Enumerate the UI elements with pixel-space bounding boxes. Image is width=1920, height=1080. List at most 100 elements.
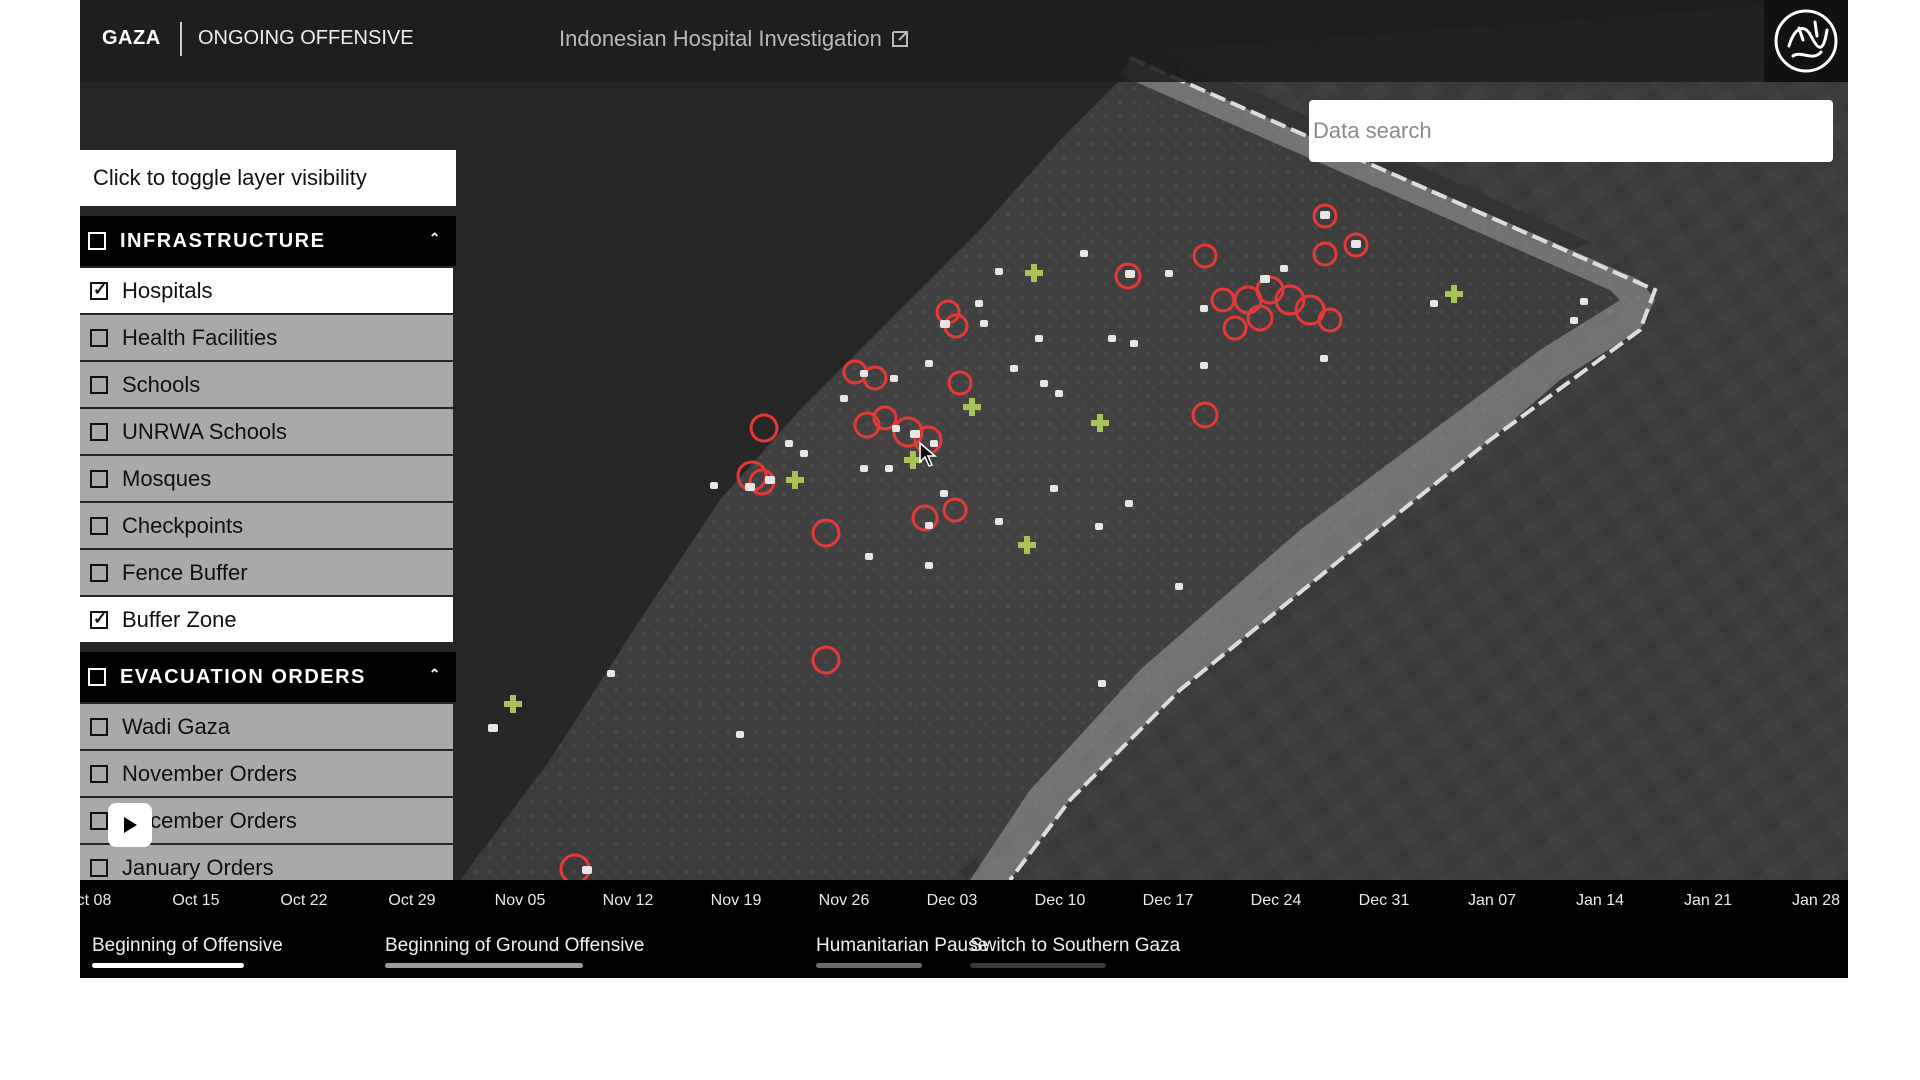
checkbox-icon[interactable] (90, 764, 108, 783)
camera-icon (1130, 340, 1138, 347)
camera-icon (925, 522, 933, 529)
camera-icon (940, 490, 948, 497)
layer-wadi-gaza[interactable]: Wadi Gaza (80, 704, 453, 749)
timeline-event[interactable]: Beginning of Offensive (92, 935, 283, 957)
group-title: INFRASTRUCTURE (120, 229, 326, 252)
camera-icon (1580, 298, 1588, 305)
layer-label: November Orders (122, 760, 297, 786)
layer-mosques[interactable]: Mosques (80, 456, 453, 501)
investigation-link[interactable]: Indonesian Hospital Investigation (559, 26, 910, 52)
camera-icon (1108, 335, 1116, 342)
camera-icon (995, 518, 1003, 525)
top-bar: GAZA ONGOING OFFENSIVE Indonesian Hospit… (80, 0, 1848, 82)
timeline-event[interactable]: Humanitarian Pause (816, 935, 988, 957)
camera-icon (1055, 390, 1063, 397)
chevron-up-icon[interactable]: ⌃ (429, 230, 442, 247)
timeline-event-bar[interactable] (816, 963, 922, 968)
timeline-tick: Oct 22 (280, 892, 328, 909)
chevron-up-icon[interactable]: ⌃ (429, 666, 442, 683)
checkbox-icon[interactable] (88, 232, 106, 250)
status-subtitle[interactable]: ONGOING OFFENSIVE (198, 27, 414, 50)
checkbox-icon[interactable] (90, 811, 108, 830)
timeline-tick: Jan 21 (1683, 892, 1733, 909)
layer-hospitals[interactable]: Hospitals (80, 268, 453, 313)
camera-icon (745, 483, 755, 491)
camera-icon (925, 562, 933, 569)
checkbox-icon[interactable] (90, 717, 108, 736)
layer-panel-hint: Click to toggle layer visibility (80, 150, 456, 206)
timeline-event[interactable]: Switch to Southern Gaza (970, 935, 1180, 957)
calligraphy-logo-icon[interactable] (1764, 0, 1848, 82)
timeline-event-bar[interactable] (970, 963, 1106, 968)
checkbox-icon[interactable] (90, 563, 108, 582)
timeline-tick: Dec 17 (1142, 892, 1194, 909)
camera-icon (1280, 265, 1288, 272)
checkbox-icon[interactable] (90, 422, 108, 441)
layer-panel: Click to toggle layer visibility INFRAST… (80, 150, 456, 890)
checkbox-icon[interactable] (88, 668, 106, 686)
camera-icon (607, 670, 615, 677)
checkbox-icon[interactable] (90, 280, 108, 300)
camera-icon (1320, 211, 1330, 219)
layer-health-facilities[interactable]: Health Facilities (80, 315, 453, 360)
group-infrastructure[interactable]: INFRASTRUCTURE ⌃ (80, 216, 456, 266)
camera-icon (995, 268, 1003, 275)
timeline-event-bar[interactable] (385, 963, 583, 968)
camera-icon (582, 866, 592, 874)
layer-label: Buffer Zone (122, 606, 237, 632)
camera-icon (1080, 250, 1088, 257)
timeline-tick: Nov 12 (602, 892, 654, 909)
checkbox-icon[interactable] (90, 328, 108, 347)
camera-icon (1035, 335, 1043, 342)
layer-buffer-zone[interactable]: Buffer Zone (80, 597, 453, 642)
layer-label: Checkpoints (122, 512, 244, 538)
camera-icon (840, 395, 848, 402)
camera-icon (1430, 300, 1438, 307)
camera-icon (800, 450, 808, 457)
layer-unrwa-schools[interactable]: UNRWA Schools (80, 409, 453, 454)
search-input[interactable] (1309, 100, 1833, 162)
header-divider (180, 22, 182, 56)
camera-icon (1125, 500, 1133, 507)
camera-icon (865, 553, 873, 560)
camera-icon (1050, 485, 1058, 492)
camera-icon (910, 430, 920, 438)
layer-label: Mosques (122, 465, 212, 491)
camera-icon (1175, 583, 1183, 590)
timeline-event-bar[interactable] (92, 963, 244, 968)
camera-icon (860, 465, 868, 472)
app-window: GAZA ONGOING OFFENSIVE Indonesian Hospit… (80, 0, 1848, 978)
camera-icon (980, 320, 988, 327)
region-title[interactable]: GAZA (102, 27, 161, 50)
layer-label: Hospitals (122, 277, 213, 303)
timeline-tick: Dec 24 (1250, 892, 1302, 909)
layer-november-orders[interactable]: November Orders (80, 751, 453, 796)
timeline-tick: Nov 19 (710, 892, 762, 909)
layer-label: UNRWA Schools (122, 418, 288, 444)
layer-fence-buffer[interactable]: Fence Buffer (80, 550, 453, 595)
timeline-tick: Jan 07 (1467, 892, 1517, 909)
camera-icon (940, 320, 950, 328)
checkbox-icon[interactable] (90, 375, 108, 394)
group-title: EVACUATION ORDERS (120, 665, 366, 688)
timeline-tick: Nov 26 (818, 892, 870, 909)
layer-checkpoints[interactable]: Checkpoints (80, 503, 453, 548)
timeline[interactable]: ct 08 Oct 15 Oct 22 Oct 29 Nov 05 Nov 12… (80, 880, 1848, 978)
checkbox-icon[interactable] (90, 609, 108, 629)
timeline-event[interactable]: Beginning of Ground Offensive (385, 935, 645, 957)
group-evacuation-orders[interactable]: EVACUATION ORDERS ⌃ (80, 652, 456, 702)
play-button[interactable] (108, 803, 152, 847)
timeline-tick: Oct 15 (172, 892, 220, 909)
investigation-link-label: Indonesian Hospital Investigation (559, 26, 882, 51)
camera-icon (1040, 380, 1048, 387)
checkbox-icon[interactable] (90, 469, 108, 488)
timeline-tick: Jan 28 (1791, 892, 1841, 909)
timeline-tick: Nov 05 (494, 892, 546, 909)
checkbox-icon[interactable] (90, 858, 108, 877)
camera-icon (975, 300, 983, 307)
checkbox-icon[interactable] (90, 516, 108, 535)
layer-schools[interactable]: Schools (80, 362, 453, 407)
camera-icon (885, 465, 893, 472)
camera-icon (488, 724, 498, 732)
camera-icon (1095, 523, 1103, 530)
